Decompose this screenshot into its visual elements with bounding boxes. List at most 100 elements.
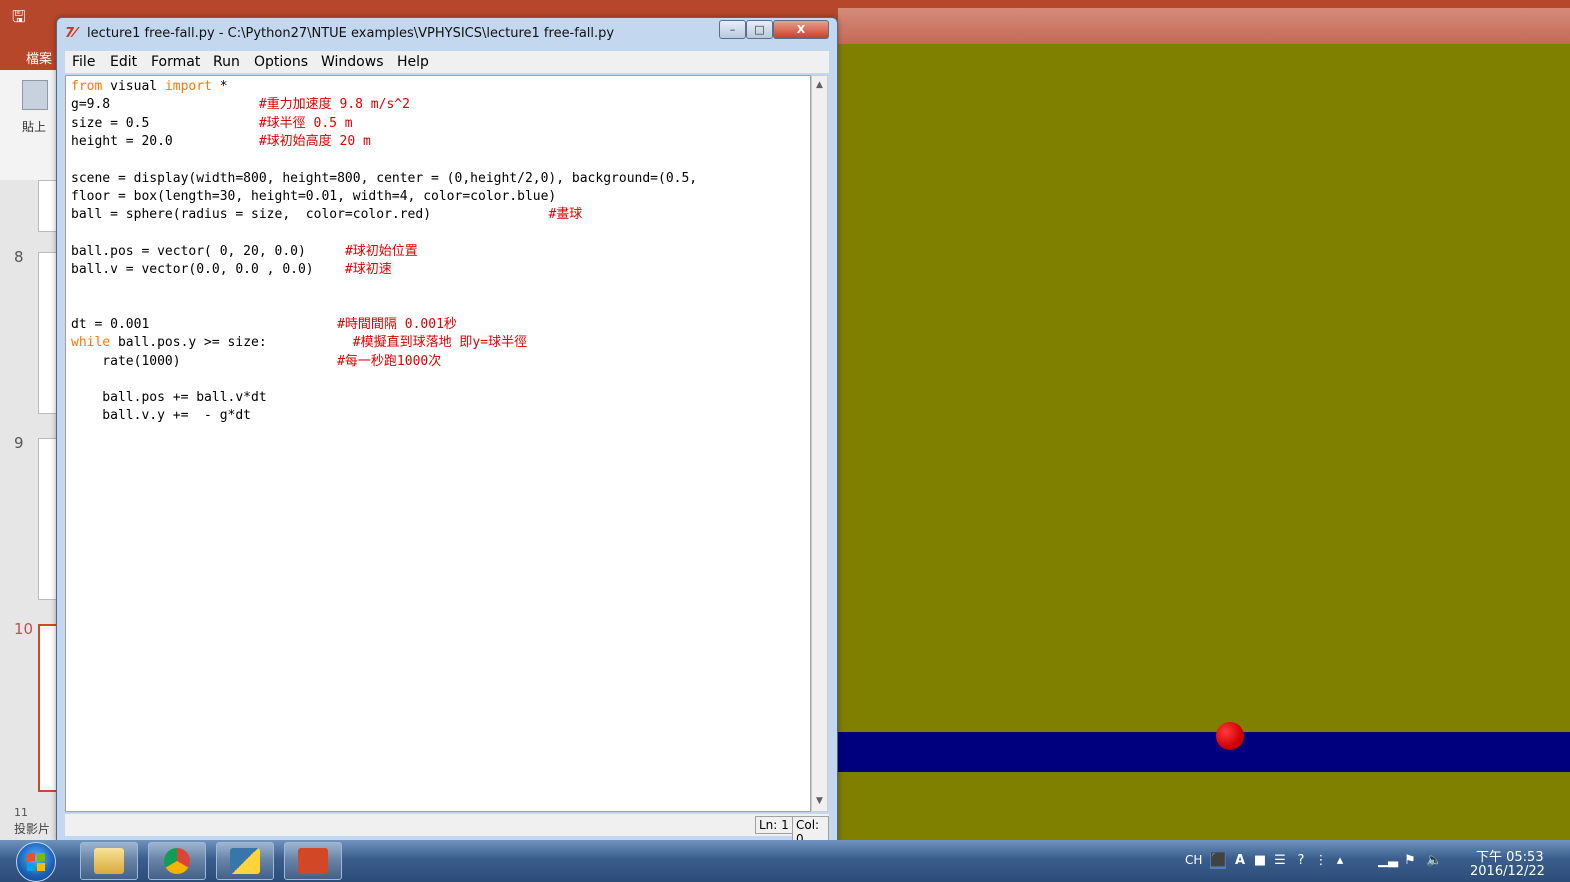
code-comment: #每一秒跑1000次 bbox=[337, 353, 442, 369]
clock-time[interactable]: 下午 05:53 bbox=[1476, 846, 1544, 865]
code-text: rate(1000) bbox=[71, 353, 338, 369]
code-comment: #重力加速度 9.8 m/s^2 bbox=[258, 97, 410, 113]
ime-fullwidth-icon[interactable]: ■ bbox=[1252, 853, 1268, 869]
menu-format[interactable]: Format bbox=[151, 54, 200, 70]
language-indicator[interactable]: CH bbox=[1185, 853, 1202, 867]
code-line[interactable]: ball.pos += ball.v*dt bbox=[71, 389, 267, 407]
show-hidden-icons-icon[interactable]: ▴ bbox=[1332, 853, 1348, 869]
slide-thumbnail-pane: 8 9 10 11 bbox=[0, 180, 62, 840]
code-text: ball.pos.y >= size: bbox=[110, 335, 353, 351]
powerpoint-status-label: 投影片 bbox=[0, 816, 56, 840]
code-line[interactable]: from visual import * bbox=[71, 78, 228, 96]
floor-box bbox=[838, 732, 1570, 772]
idle-editor-window: 7⁄ lecture1 free-fall.py - C:\Python27\N… bbox=[56, 17, 838, 848]
code-keyword: while bbox=[71, 335, 111, 351]
code-text: ball = sphere(radius = size, color=color… bbox=[71, 207, 549, 223]
powerpoint-icon bbox=[298, 848, 328, 874]
code-line[interactable]: scene = display(width=800, height=800, c… bbox=[71, 170, 697, 188]
code-comment: #畫球 bbox=[548, 207, 583, 223]
code-text: ball.pos = vector( 0, 20, 0.0) bbox=[71, 243, 345, 259]
code-line[interactable]: ball.pos = vector( 0, 20, 0.0) #球初始位置 bbox=[71, 243, 418, 261]
code-comment: #時間間隔 0.001秒 bbox=[337, 316, 457, 332]
code-text: g=9.8 bbox=[71, 97, 259, 113]
ime-menu-icon[interactable]: ⋮ bbox=[1313, 853, 1329, 869]
code-line[interactable]: rate(1000) #每一秒跑1000次 bbox=[71, 353, 441, 371]
window-title: lecture1 free-fall.py - C:\Python27\NTUE… bbox=[87, 26, 615, 41]
paste-label[interactable]: 貼上 bbox=[22, 118, 46, 135]
code-line[interactable]: size = 0.5 #球半徑 0.5 m bbox=[71, 115, 353, 133]
chrome-icon bbox=[164, 848, 190, 874]
powerpoint-file-tab[interactable]: 檔案 bbox=[26, 48, 52, 67]
code-line[interactable]: ball.v = vector(0.0, 0.0 , 0.0) #球初速 bbox=[71, 261, 392, 279]
code-comment: #模擬直到球落地 即y=球半徑 bbox=[352, 335, 528, 351]
scroll-down-icon[interactable]: ▼ bbox=[814, 794, 825, 808]
code-line[interactable]: ball.v.y += - g*dt bbox=[71, 407, 251, 425]
paste-icon[interactable] bbox=[22, 80, 48, 110]
code-text: size = 0.5 bbox=[71, 115, 259, 131]
code-line[interactable]: height = 20.0 #球初始高度 20 m bbox=[71, 133, 371, 151]
python-idle-icon: 7⁄ bbox=[65, 26, 77, 41]
minimize-button[interactable]: – bbox=[719, 20, 746, 39]
maximize-button[interactable]: □ bbox=[746, 20, 773, 39]
taskbar-file-explorer[interactable] bbox=[80, 842, 138, 880]
action-center-icon[interactable]: ⚑ bbox=[1402, 853, 1418, 869]
python-icon bbox=[230, 848, 260, 874]
start-button[interactable] bbox=[16, 842, 56, 882]
code-text: visual bbox=[102, 79, 165, 94]
vpython-scene[interactable] bbox=[838, 44, 1570, 840]
save-icon[interactable]: 🖫 bbox=[12, 8, 30, 26]
code-text: dt = 0.001 bbox=[71, 316, 338, 332]
slide-number: 8 bbox=[14, 248, 24, 266]
code-text: height = 20.0 bbox=[71, 133, 259, 149]
taskbar-powerpoint[interactable] bbox=[284, 842, 342, 880]
vertical-scrollbar[interactable]: ▲ ▼ bbox=[811, 75, 828, 812]
powerpoint-title-strip bbox=[838, 8, 1570, 44]
code-comment: #球半徑 0.5 m bbox=[258, 115, 353, 131]
taskbar-python[interactable] bbox=[216, 842, 274, 880]
slide-number: 9 bbox=[14, 434, 24, 452]
code-line[interactable]: g=9.8 #重力加速度 9.8 m/s^2 bbox=[71, 96, 410, 114]
idle-titlebar[interactable]: 7⁄ lecture1 free-fall.py - C:\Python27\N… bbox=[57, 18, 837, 49]
menu-options[interactable]: Options bbox=[254, 54, 308, 70]
code-line[interactable]: ball = sphere(radius = size, color=color… bbox=[71, 206, 582, 224]
help-icon[interactable]: ? bbox=[1293, 853, 1309, 869]
code-text: ball.v.y += - g*dt bbox=[71, 408, 252, 424]
code-comment: #球初速 bbox=[344, 262, 392, 277]
volume-icon[interactable]: 🔈 bbox=[1426, 853, 1442, 869]
code-keyword: import bbox=[164, 79, 212, 94]
code-editor[interactable]: from visual import * g=9.8 #重力加速度 9.8 m/s… bbox=[65, 75, 811, 812]
menu-run[interactable]: Run bbox=[213, 54, 240, 70]
scroll-up-icon[interactable]: ▲ bbox=[814, 78, 825, 92]
taskbar: CH ⬛ A ■ ☰ ? ⋮ ▴ ▁▃ ⚑ 🔈 下午 05:53 2016/12… bbox=[0, 840, 1570, 882]
code-keyword: from bbox=[71, 79, 103, 94]
slide-number: 10 bbox=[14, 620, 34, 638]
windows-logo-icon bbox=[27, 853, 45, 871]
ball-sphere bbox=[1216, 722, 1244, 750]
menu-windows[interactable]: Windows bbox=[321, 54, 384, 70]
system-tray: CH ⬛ A ■ ☰ ? ⋮ ▴ ▁▃ ⚑ 🔈 下午 05:53 2016/12… bbox=[1180, 840, 1570, 882]
menu-help[interactable]: Help bbox=[397, 54, 429, 70]
status-bar: Ln: 1 Col: 0 bbox=[65, 814, 829, 848]
ime-icon[interactable]: ⬛ bbox=[1210, 853, 1226, 869]
taskbar-chrome[interactable] bbox=[148, 842, 206, 880]
clock-date[interactable]: 2016/12/22 bbox=[1470, 864, 1545, 879]
close-button[interactable]: X bbox=[773, 20, 829, 39]
code-comment: #球初始高度 20 m bbox=[258, 133, 371, 149]
code-text: ball.pos += ball.v*dt bbox=[71, 390, 267, 406]
ime-mode-icon[interactable]: A bbox=[1232, 853, 1248, 869]
code-text: floor = box(length=30, height=0.01, widt… bbox=[71, 188, 557, 204]
code-line[interactable]: while ball.pos.y >= size: #模擬直到球落地 即y=球半… bbox=[71, 334, 527, 352]
code-comment: #球初始位置 bbox=[344, 243, 418, 259]
code-text: scene = display(width=800, height=800, c… bbox=[71, 170, 698, 186]
code-text: * bbox=[211, 79, 228, 94]
network-icon[interactable]: ▁▃ bbox=[1378, 853, 1398, 869]
code-line[interactable]: dt = 0.001 #時間間隔 0.001秒 bbox=[71, 316, 457, 334]
menu-file[interactable]: File bbox=[72, 54, 95, 70]
menubar: File Edit Format Run Options Windows Hel… bbox=[65, 51, 829, 73]
menu-edit[interactable]: Edit bbox=[110, 54, 137, 70]
code-line[interactable]: floor = box(length=30, height=0.01, widt… bbox=[71, 188, 556, 206]
ime-options-icon[interactable]: ☰ bbox=[1272, 853, 1288, 869]
folder-icon bbox=[94, 848, 124, 874]
code-text: ball.v = vector(0.0, 0.0 , 0.0) bbox=[71, 262, 345, 277]
line-indicator: Ln: 1 bbox=[755, 816, 793, 834]
